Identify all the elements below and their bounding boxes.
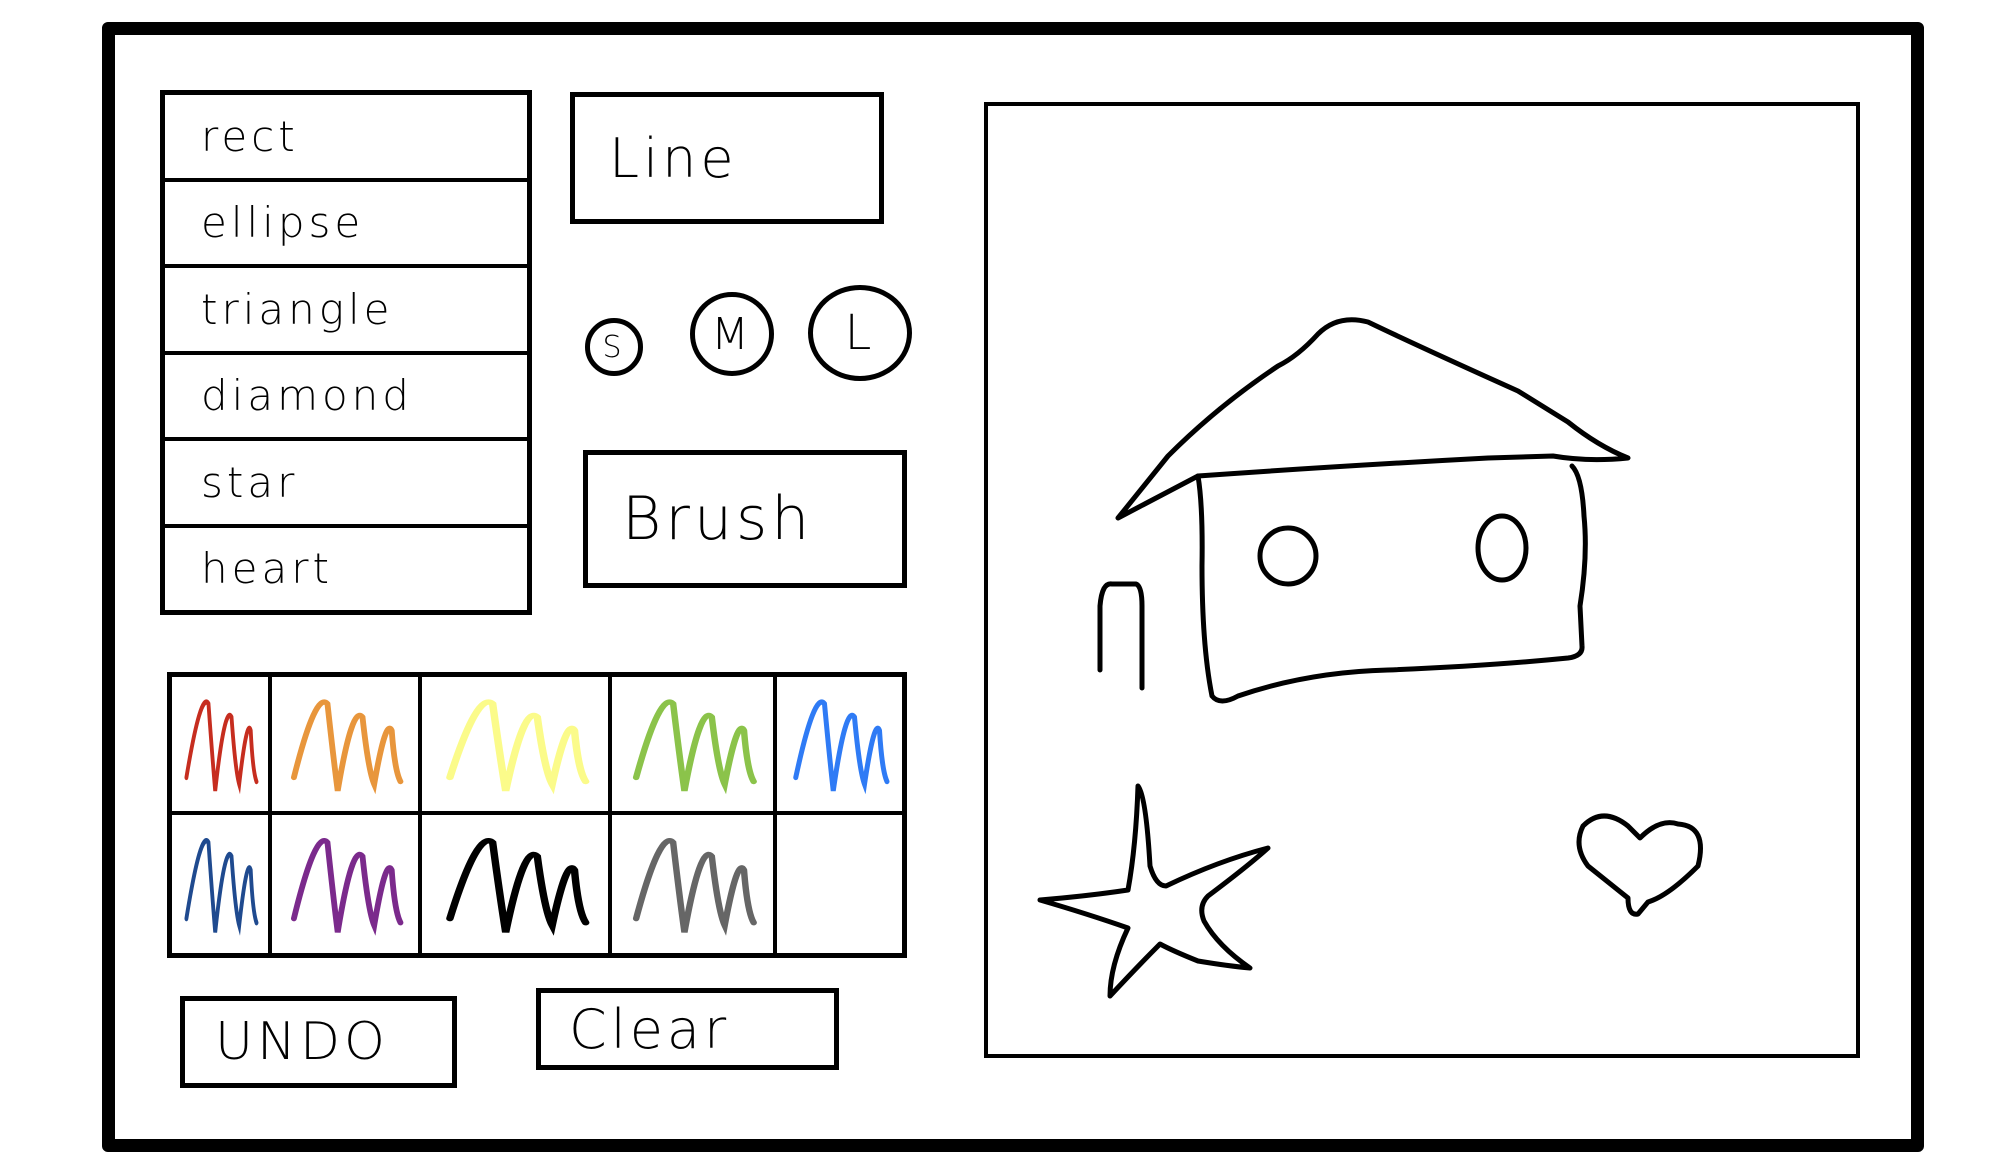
- scribble-icon: [793, 699, 890, 795]
- color-swatch-black[interactable]: [422, 815, 612, 953]
- shape-item-diamond[interactable]: diamond: [165, 355, 527, 441]
- scribble-icon: [184, 699, 259, 795]
- line-tool-button[interactable]: Line: [570, 92, 884, 224]
- scribble-icon: [632, 838, 757, 936]
- scribble-icon: [446, 699, 590, 795]
- clear-button[interactable]: Clear: [536, 988, 839, 1070]
- color-swatch-red[interactable]: [172, 677, 272, 815]
- size-medium-button[interactable]: M: [690, 292, 774, 376]
- scribble-icon: [290, 699, 404, 795]
- color-swatch-yellow[interactable]: [422, 677, 612, 815]
- undo-button[interactable]: UNDO: [180, 996, 457, 1088]
- color-swatch-gray[interactable]: [612, 815, 777, 953]
- color-swatch-orange[interactable]: [272, 677, 422, 815]
- color-palette: [167, 672, 907, 958]
- shape-item-star[interactable]: star: [165, 441, 527, 528]
- scribble-icon: [632, 699, 757, 795]
- shape-item-rect[interactable]: rect: [165, 95, 527, 182]
- color-swatch-navy[interactable]: [172, 815, 272, 953]
- scribble-icon: [184, 838, 259, 936]
- drawing-canvas[interactable]: [984, 102, 1860, 1058]
- star-drawing: [1037, 783, 1271, 999]
- color-swatch-green[interactable]: [612, 677, 777, 815]
- color-swatch-purple[interactable]: [272, 815, 422, 953]
- shape-item-heart[interactable]: heart: [165, 528, 527, 611]
- house-drawing: [1097, 317, 1631, 704]
- shape-item-triangle[interactable]: triangle: [165, 268, 527, 355]
- scribble-icon: [290, 838, 404, 936]
- scribble-icon: [446, 838, 590, 936]
- size-large-button[interactable]: L: [808, 285, 912, 381]
- heart-drawing: [1576, 813, 1703, 917]
- color-swatch-blue[interactable]: [777, 677, 902, 815]
- size-small-button[interactable]: S: [585, 318, 643, 376]
- color-swatch-empty: [777, 815, 902, 953]
- brush-tool-button[interactable]: Brush: [583, 450, 907, 588]
- shape-item-ellipse[interactable]: ellipse: [165, 182, 527, 268]
- shape-list: rect ellipse triangle diamond star heart: [160, 90, 532, 615]
